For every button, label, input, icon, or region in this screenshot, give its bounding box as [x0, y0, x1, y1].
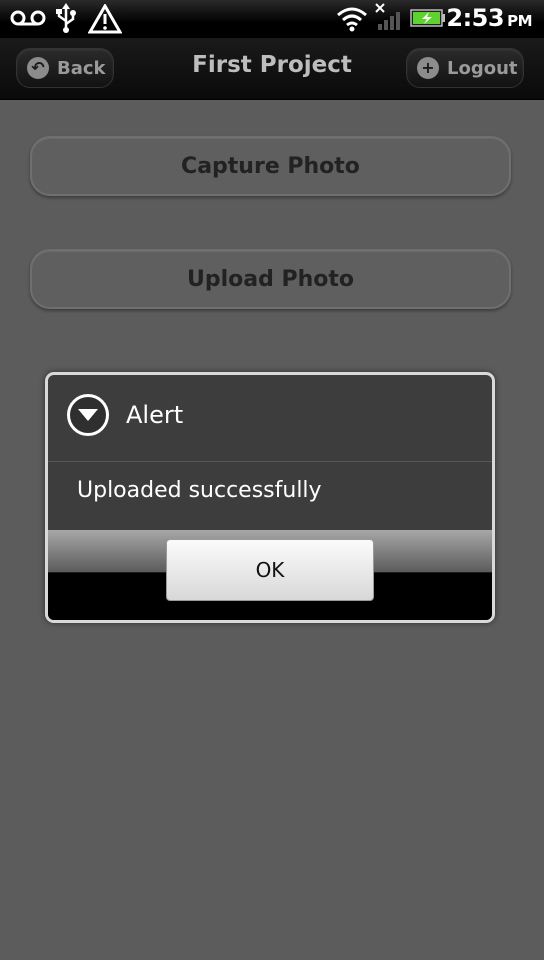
usb-icon [56, 3, 76, 33]
battery-charging-icon [410, 9, 445, 27]
upload-photo-label: Upload Photo [186, 266, 355, 292]
upload-photo-button[interactable]: Upload Photo [30, 249, 511, 309]
alert-dropdown-icon [67, 394, 109, 436]
ok-button-label: OK [255, 558, 285, 582]
capture-photo-label: Capture Photo [181, 153, 360, 179]
title-bar: ↶ Back First Project + Logout [0, 38, 544, 100]
status-time-ampm: PM [507, 12, 532, 30]
ok-button[interactable]: OK [166, 539, 374, 601]
logout-button-label: Logout [447, 57, 518, 79]
logout-button[interactable]: + Logout [406, 48, 524, 88]
capture-photo-button[interactable]: Capture Photo [30, 136, 511, 196]
plus-icon: + [417, 57, 439, 79]
alert-dialog-header: Alert [48, 375, 492, 462]
alert-dialog-title: Alert [126, 401, 184, 429]
no-signal-icon [375, 3, 400, 30]
status-bar: 2:53 PM [0, 0, 544, 38]
status-time-value: 2:53 [446, 4, 505, 32]
voicemail-icon [10, 10, 46, 26]
alert-dialog: Alert Uploaded successfully OK [45, 372, 495, 623]
wifi-icon [337, 7, 367, 32]
warning-icon [88, 4, 122, 34]
alert-dialog-message: Uploaded successfully [77, 478, 322, 503]
status-time: 2:53 PM [446, 4, 532, 32]
alert-dialog-button-bar: OK [48, 530, 492, 620]
